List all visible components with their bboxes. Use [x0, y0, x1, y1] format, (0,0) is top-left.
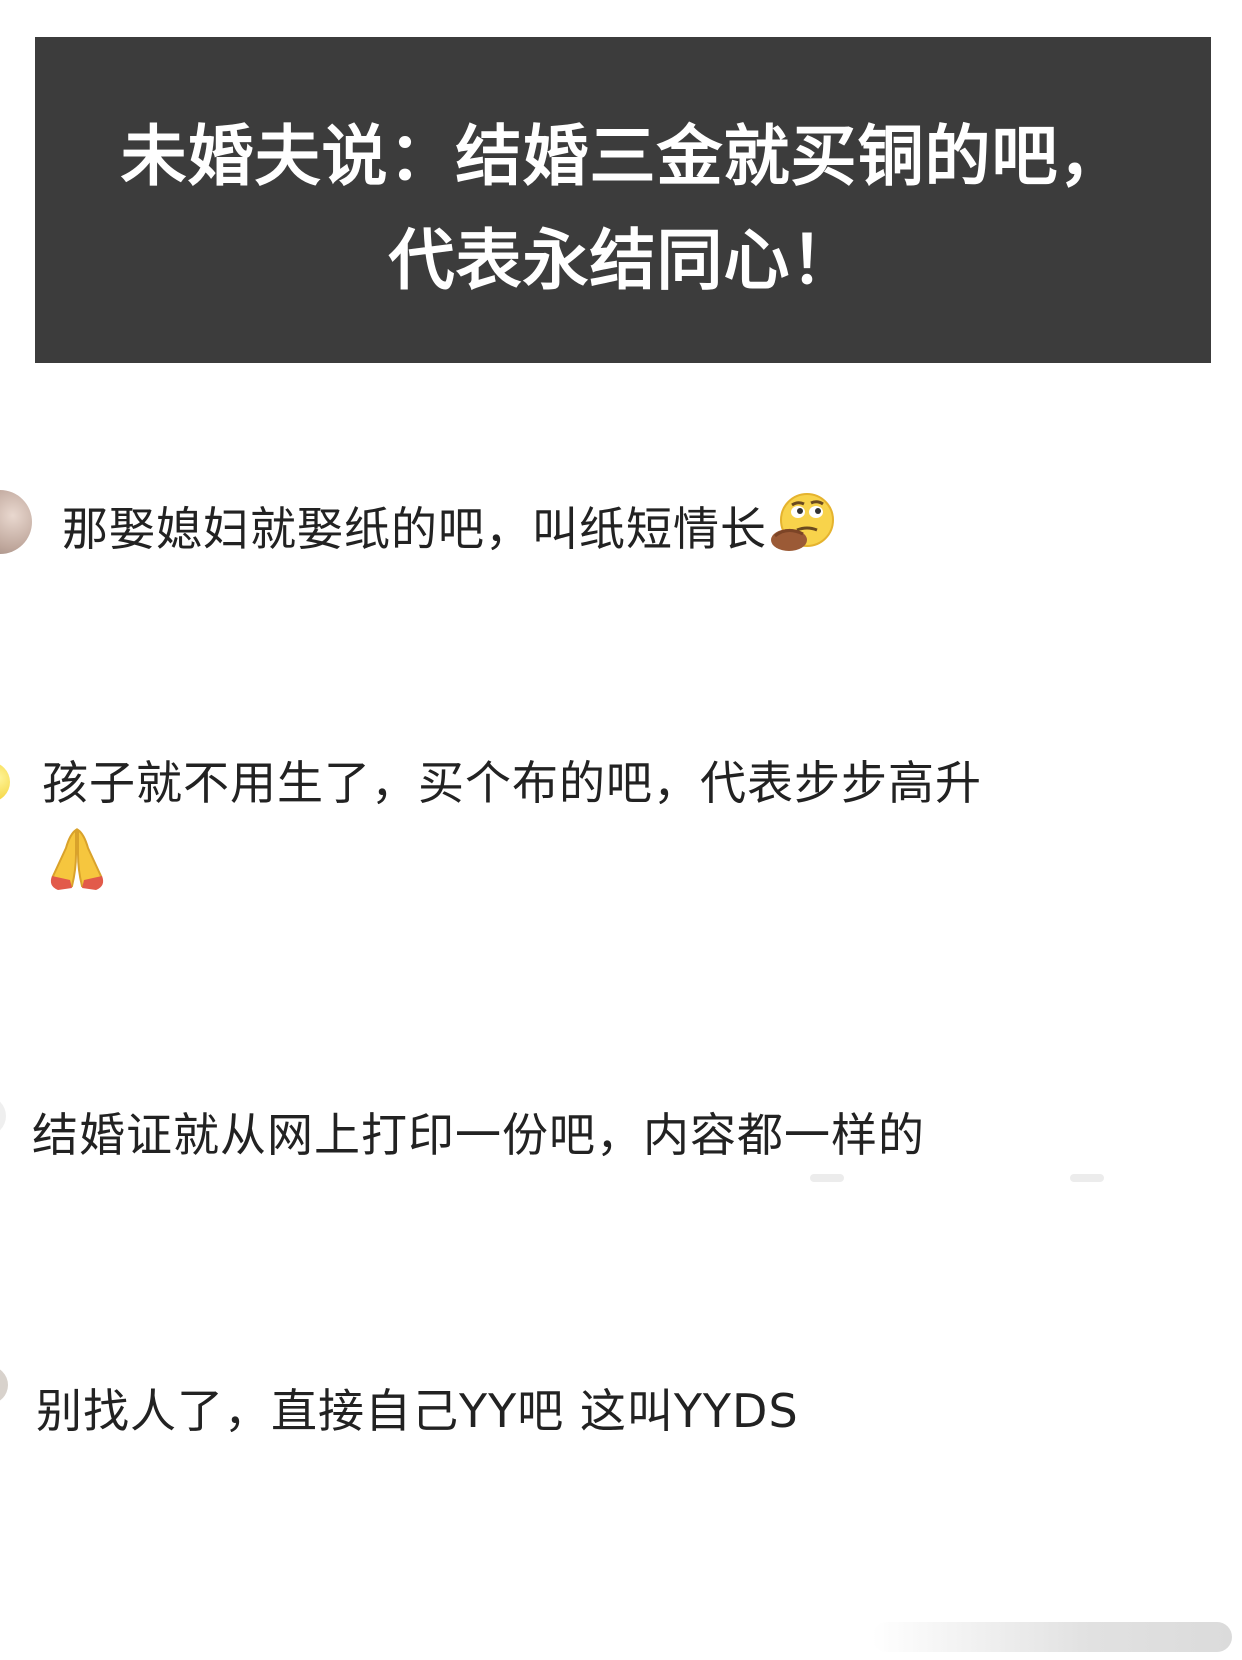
faded-overlay-mark: [810, 1174, 844, 1182]
comment-item: 孩子就不用生了，买个布的吧，代表步步高升: [0, 738, 1242, 908]
avatar[interactable]: [0, 1366, 8, 1404]
comment-text-row: 那娶媳妇就娶纸的吧，叫纸短情长: [62, 490, 837, 575]
title-banner: 未婚夫说：结婚三金就买铜的吧， 代表永结同心！: [35, 37, 1211, 363]
comment-text: 孩子就不用生了，买个布的吧，代表步步高升: [42, 756, 982, 810]
avatar[interactable]: [0, 1096, 6, 1136]
banner-title-line-2: 代表永结同心！: [388, 222, 858, 299]
comment-text: 那娶媳妇就娶纸的吧，叫纸短情长: [62, 502, 767, 556]
faded-overlay-mark: [1070, 1174, 1104, 1182]
comment-emoji-row: [42, 824, 112, 898]
avatar[interactable]: [0, 762, 10, 802]
comment-text: 结婚证就从网上打印一份吧，内容都一样的: [32, 1108, 925, 1162]
avatar[interactable]: [0, 490, 32, 554]
comment-text: 别找人了，直接自己YY吧 这叫YYDS: [36, 1384, 799, 1438]
banner-title-line-1: 未婚夫说：结婚三金就买铜的吧，: [120, 118, 1126, 195]
thinking-face-hand-icon: [767, 490, 837, 575]
folded-hands-icon: [42, 824, 112, 898]
comment-item: 别找人了，直接自己YY吧 这叫YYDS: [0, 1360, 1242, 1480]
watermark: [872, 1622, 1232, 1652]
comment-item: 那娶媳妇就娶纸的吧，叫纸短情长: [0, 478, 1242, 578]
comment-item: 结婚证就从网上打印一份吧，内容都一样的: [0, 1088, 1242, 1198]
